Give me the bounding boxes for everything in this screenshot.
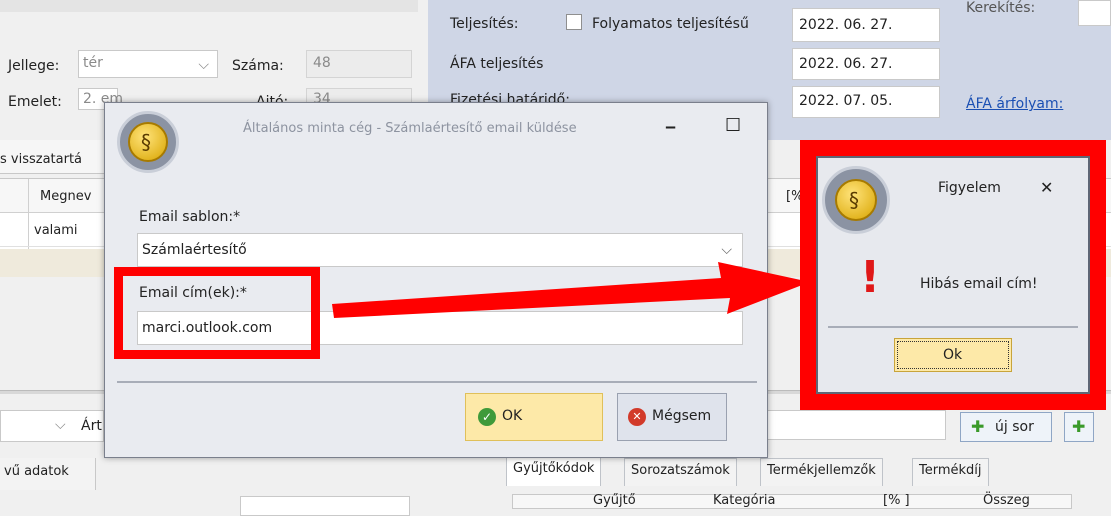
- ok-label: OK: [502, 408, 523, 424]
- jellege-value: tér: [83, 55, 103, 71]
- teljesites-date: 2022. 06. 27.: [799, 17, 893, 33]
- tab-label: Gyűjtőkódok: [513, 461, 595, 476]
- tab-label: Termékjellemzők: [767, 463, 876, 478]
- tab-label: Sorozatszámok: [631, 463, 730, 478]
- col-kategoria[interactable]: Kategória: [713, 493, 776, 508]
- add-button-2[interactable]: ✚: [1064, 412, 1094, 442]
- teljesites-date-field[interactable]: 2022. 06. 27.: [792, 8, 940, 42]
- arrow-shape: [332, 262, 810, 318]
- afa-teljesites-date-field[interactable]: 2022. 06. 27.: [792, 48, 940, 80]
- tab-sorozatszamok[interactable]: Sorozatszámok: [624, 458, 737, 486]
- szama-label: Száma:: [232, 58, 284, 74]
- jellege-label: Jellege:: [8, 58, 60, 74]
- cancel-label: Mégsem: [652, 408, 712, 424]
- uj-sor-label: új sor: [995, 419, 1034, 435]
- cancel-circle-icon: ✕: [628, 408, 646, 426]
- dialog-separator: [117, 381, 757, 383]
- tab-gyujtokodok[interactable]: Gyűjtőkódok: [506, 456, 602, 486]
- kerekites-field[interactable]: [1078, 0, 1111, 26]
- alert-title: Figyelem: [938, 180, 1001, 196]
- egyedi-label: vű adatok: [4, 464, 69, 479]
- fizetesi-date-field[interactable]: 2022. 07. 05.: [792, 86, 940, 118]
- top-left-strip: [0, 0, 418, 12]
- alert-logo: §: [822, 166, 890, 234]
- afa-arfolyam-link[interactable]: ÁFA árfolyam:: [966, 96, 1063, 112]
- tab-termekdij[interactable]: Termékdíj: [912, 458, 989, 486]
- email-dialog-title: Általános minta cég - Számlaértesítő ema…: [243, 121, 577, 136]
- col-osszeg[interactable]: Összeg: [983, 493, 1030, 508]
- art-select[interactable]: ⌵ Árt: [0, 410, 104, 442]
- dialog-logo: §: [117, 111, 179, 173]
- alert-ok-button[interactable]: Ok: [894, 338, 1012, 372]
- uj-sor-button[interactable]: ✚ új sor: [960, 412, 1052, 442]
- visszatartas-label: s visszatartá: [0, 152, 83, 167]
- jellege-select[interactable]: tér ⌵: [78, 50, 218, 78]
- egyedi-input[interactable]: [240, 496, 410, 516]
- folyamatos-label: Folyamatos teljesítésű: [592, 16, 749, 32]
- close-icon[interactable]: ✕: [1040, 178, 1053, 197]
- afa-teljesites-date: 2022. 06. 27.: [799, 56, 893, 72]
- template-value: Számlaértesítő: [142, 242, 247, 258]
- afa-teljesites-label: ÁFA teljesítés: [450, 56, 544, 72]
- szama-field[interactable]: 48: [306, 50, 412, 78]
- egyedi-adatok-tab[interactable]: vű adatok: [0, 458, 96, 490]
- check-circle-icon: ✓: [478, 408, 496, 426]
- alert-separator: [828, 326, 1078, 328]
- chevron-down-icon: ⌵: [721, 242, 732, 258]
- row-value: valami: [34, 223, 78, 238]
- chevron-down-icon: ⌵: [198, 57, 209, 73]
- plus-icon: ✚: [971, 417, 985, 436]
- kerekites-label: Kerekítés:: [966, 0, 1036, 16]
- exclamation-icon: !: [860, 252, 881, 303]
- alert-message: Hibás email cím!: [920, 276, 1038, 292]
- tab-label: Termékdíj: [919, 463, 982, 478]
- emelet-label: Emelet:: [8, 94, 62, 110]
- plus-icon: ✚: [1072, 417, 1086, 436]
- bottom-tabs: Gyűjtőkódok Sorozatszámok Termékjellemző…: [506, 456, 1006, 486]
- alert-dialog: § Figyelem ✕ ! Hibás email cím! Ok: [816, 156, 1090, 394]
- folyamatos-checkbox[interactable]: [566, 14, 582, 30]
- alert-ok-label: Ok: [943, 347, 963, 363]
- chevron-down-icon: ⌵: [55, 417, 66, 433]
- pointer-arrow: [332, 262, 810, 318]
- art-label: Árt: [81, 418, 102, 434]
- col-pct[interactable]: [% ]: [883, 493, 910, 508]
- teljesites-label: Teljesítés:: [450, 16, 519, 32]
- cancel-button[interactable]: ✕ Mégsem: [617, 393, 727, 441]
- maximize-icon[interactable]: ☐: [725, 115, 741, 136]
- tab-termekjellemzok[interactable]: Termékjellemzők: [760, 458, 883, 486]
- template-label: Email sablon:*: [139, 209, 241, 225]
- minimize-icon[interactable]: ‒: [665, 117, 676, 136]
- fizetesi-date: 2022. 07. 05.: [799, 93, 893, 109]
- szama-value: 48: [313, 55, 331, 71]
- visszatartas-tab[interactable]: s visszatartá: [0, 140, 104, 174]
- ok-button[interactable]: ✓ OK: [465, 393, 603, 441]
- col-megnev[interactable]: Megnev: [40, 189, 91, 204]
- email-highlight-box: [114, 267, 320, 359]
- cobra-icon: §: [849, 188, 859, 212]
- cobra-icon: §: [141, 130, 151, 154]
- col-gyujto[interactable]: Gyűjtő: [593, 493, 636, 508]
- bottom-table-header: Gyűjtő Kategória [% ] Összeg: [512, 493, 1072, 509]
